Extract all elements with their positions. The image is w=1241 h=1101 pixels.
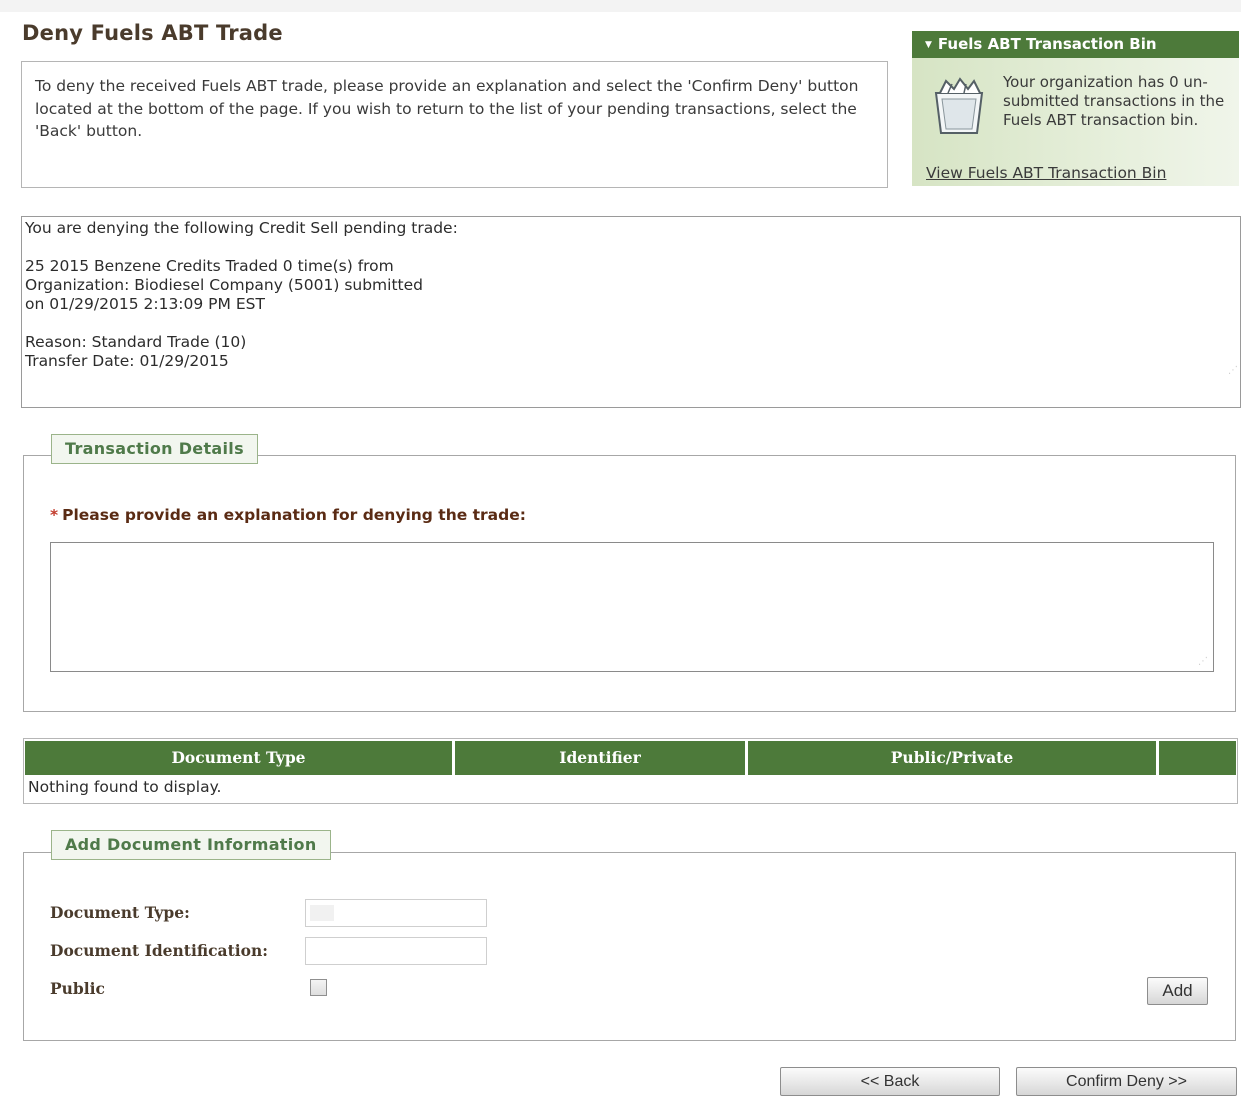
transaction-details-legend: Transaction Details [51,434,258,464]
explanation-label-text: Please provide an explanation for denyin… [62,506,526,524]
trade-heading: You are denying the following Credit Sel… [25,219,458,237]
bin-message: Your organization has 0 un-submitted tra… [1003,73,1225,129]
basket-icon [934,77,984,134]
transaction-bin-panel: ▼ Fuels ABT Transaction Bin Your organiza… [912,31,1239,186]
public-checkbox[interactable] [310,979,327,996]
column-public-private[interactable]: Public/Private [748,741,1156,775]
document-identification-label: Document Identification: [50,941,268,960]
trade-credits-line: 25 2015 Benzene Credits Traded 0 time(s)… [25,257,394,275]
explanation-label: * Please provide an explanation for denyi… [50,506,526,524]
trade-reason: Reason: Standard Trade (10) [25,333,247,351]
bin-panel-title: Fuels ABT Transaction Bin [937,35,1157,53]
add-document-legend: Add Document Information [51,830,331,860]
add-document-button[interactable]: Add [1147,977,1208,1005]
trade-submitted-line: on 01/29/2015 2:13:09 PM EST [25,295,265,313]
confirm-deny-button[interactable]: Confirm Deny >> [1016,1067,1237,1096]
documents-empty-message: Nothing found to display. [28,778,222,796]
trade-organization-line: Organization: Biodiesel Company (5001) s… [25,276,423,294]
public-label: Public [50,979,105,998]
document-identification-input[interactable] [305,937,487,965]
collapse-caret-icon: ▼ [925,40,932,50]
column-actions [1159,741,1236,775]
bin-panel-header[interactable]: ▼ Fuels ABT Transaction Bin [912,31,1239,58]
pending-trade-summary: You are denying the following Credit Sel… [21,216,1241,408]
trade-transfer-date: Transfer Date: 01/29/2015 [25,352,229,370]
top-strip [0,0,1241,12]
document-type-select[interactable] [305,899,487,927]
document-type-label: Document Type: [50,903,190,922]
required-marker: * [50,506,59,524]
view-transaction-bin-link[interactable]: View Fuels ABT Transaction Bin [926,164,1166,182]
resize-grip-icon: ⋰ [1228,365,1238,376]
instructions-box: To deny the received Fuels ABT trade, pl… [21,61,888,188]
column-identifier[interactable]: Identifier [455,741,745,775]
explanation-textarea[interactable] [50,542,1214,672]
column-document-type[interactable]: Document Type [25,741,452,775]
back-button[interactable]: << Back [780,1067,1000,1096]
textarea-resize-icon: ⋰ [1198,656,1208,667]
page-title: Deny Fuels ABT Trade [22,21,283,45]
